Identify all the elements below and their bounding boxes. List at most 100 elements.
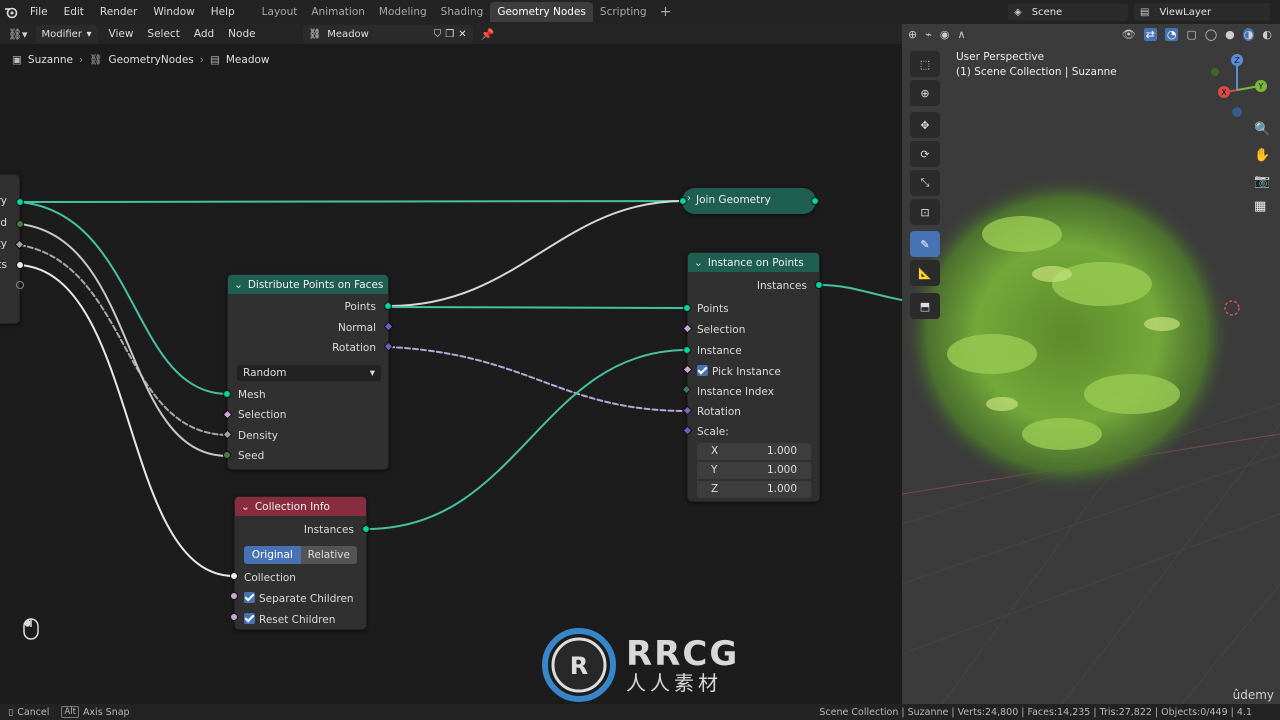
instance-on-points-node[interactable]: ⌄ Instance on Points Instances Points Se… [687,252,820,502]
socket-collection[interactable] [16,261,24,269]
join-geometry-node[interactable]: Join Geometry › [682,188,816,214]
material-shading-icon[interactable]: ◑ [1242,27,1255,41]
separate-children-checkbox[interactable]: Separate Children [244,592,354,605]
socket-instances-out[interactable] [815,281,823,289]
gizmo-toggle-icon[interactable]: ⇄ [1143,27,1157,41]
add-workspace-icon[interactable]: + [654,4,678,20]
tab-animation[interactable]: Animation [304,2,372,22]
visibility-icon[interactable]: 👁 [1122,28,1136,41]
menu-edit[interactable]: Edit [56,6,92,18]
select-box-tool[interactable]: ⬚ [910,51,940,77]
watermark-sub: 人人素材 [626,671,722,695]
overlays-toggle-icon[interactable]: ◔ [1164,27,1179,41]
chevron-right-icon: › [687,193,691,204]
scene-icon: ◈ [1014,6,1022,18]
link-collection [19,264,235,577]
measure-tool[interactable]: 📐 [910,260,940,286]
socket-instance-in[interactable] [683,346,691,354]
pick-instance-checkbox[interactable]: Pick Instance [697,365,781,378]
mode-relative-button[interactable]: Relative [300,546,357,564]
socket-seed[interactable] [16,220,24,228]
scale-y-value: 1.000 [766,464,797,476]
instance-on-points-title: Instance on Points [707,256,804,269]
tab-shading[interactable]: Shading [434,2,491,22]
socket-separate-children-in[interactable] [230,592,238,600]
collection-info-title: Collection Info [254,500,330,513]
status-axis-snap: Axis Snap [82,706,130,718]
socket-seed-in[interactable] [223,451,231,459]
view-layer-name: ViewLayer [1159,6,1212,18]
distribute-points-node[interactable]: ⌄ Distribute Points on Faces Points Norm… [227,274,389,470]
socket-join-input[interactable] [679,197,687,205]
add-cube-tool[interactable]: ⬒ [910,293,940,319]
menu-file[interactable]: File [22,6,56,18]
falloff-icon[interactable]: ∧ [957,28,965,41]
transform-tool[interactable]: ⊡ [910,199,940,225]
proportional-icon[interactable]: ◉ [940,28,950,41]
annotate-icon: ✎ [920,237,930,251]
separate-children-label: Separate Children [259,593,354,605]
3d-viewport[interactable]: User Perspective (1) Scene Collection | … [902,24,1280,704]
rotate-tool[interactable]: ⟳ [910,141,940,167]
output-instances-label: Instances [756,280,807,292]
menu-window[interactable]: Window [145,6,202,18]
rendered-shading-icon[interactable]: ◐ [1262,28,1272,41]
socket-reset-children-in[interactable] [230,613,238,621]
grid-view-icon[interactable]: ▦ [1254,199,1266,214]
link-seed [19,223,229,457]
distribute-mode-dropdown[interactable]: Random ▾ [237,365,381,381]
input-mesh-label: Mesh [238,389,266,401]
tab-modeling[interactable]: Modeling [372,2,434,22]
input-selection-label: Selection [697,324,746,336]
move-icon: ✥ [920,118,930,132]
cursor-tool[interactable]: ⊕ [910,80,940,106]
move-tool[interactable]: ✥ [910,112,940,138]
gizmo-z-label: Z [1234,56,1240,65]
input-density-label: Density [238,430,278,442]
zoom-icon[interactable]: 🔍 [1254,122,1270,137]
camera-icon[interactable]: 📷 [1254,174,1270,189]
scale-y-field[interactable]: Y 1.000 [697,462,811,479]
scale-z-field[interactable]: Z 1.000 [697,481,811,498]
annotate-tool[interactable]: ✎ [910,231,940,257]
socket-collection-in[interactable] [230,572,238,580]
menu-help[interactable]: Help [203,6,243,18]
tab-geometry-nodes[interactable]: Geometry Nodes [490,2,593,22]
socket-points-in[interactable] [683,304,691,312]
view-layer-selector[interactable]: ▤ ViewLayer [1134,3,1270,21]
group-input-label: ts [0,259,7,271]
menu-render[interactable]: Render [92,6,145,18]
navigation-gizmo[interactable]: Z Y X [1202,52,1272,122]
node-editor[interactable]: ⛓▾ Modifier ▾ View Select Add Node ⛓ Mea… [0,24,902,704]
scene-selector[interactable]: ◈ Scene [1008,3,1128,21]
reset-children-checkbox[interactable]: Reset Children [244,613,335,626]
viewport-subtitle: (1) Scene Collection | Suzanne [956,66,1117,78]
distribute-points-header[interactable]: ⌄ Distribute Points on Faces [228,275,388,294]
socket-mesh-in[interactable] [223,390,231,398]
instance-on-points-header[interactable]: ⌄ Instance on Points [688,253,819,272]
socket-empty[interactable] [16,281,24,289]
scale-tool[interactable]: ⤡ [910,170,940,196]
solid-shading-icon[interactable]: ● [1225,28,1235,41]
tab-layout[interactable]: Layout [255,2,305,22]
reset-children-label: Reset Children [259,614,336,626]
collection-info-header[interactable]: ⌄ Collection Info [235,497,366,516]
collection-info-node[interactable]: ⌄ Collection Info Instances Original Rel… [234,496,367,630]
mouse-left-icon: ▯ [8,706,14,718]
socket-geometry[interactable] [16,198,24,206]
socket-join-output[interactable] [811,197,819,205]
group-input-node[interactable]: ry ed ty ts [0,174,20,324]
blender-logo-icon[interactable] [0,5,22,19]
snap-icon[interactable]: ⌁ [925,28,932,41]
scale-x-field[interactable]: X 1.000 [697,443,811,460]
scale-z-value: 1.000 [766,483,797,495]
mode-original-button[interactable]: Original [244,546,301,564]
pan-hand-icon[interactable]: ✋ [1254,148,1270,163]
group-input-label: ty [0,238,7,250]
xray-icon[interactable]: ▢ [1186,28,1196,41]
tab-scripting[interactable]: Scripting [593,2,654,22]
socket-instances-out[interactable] [362,525,370,533]
socket-points-out[interactable] [384,302,392,310]
overlay-icon[interactable]: ⊕ [908,28,917,41]
wireframe-shading-icon[interactable]: ◯ [1205,28,1217,41]
